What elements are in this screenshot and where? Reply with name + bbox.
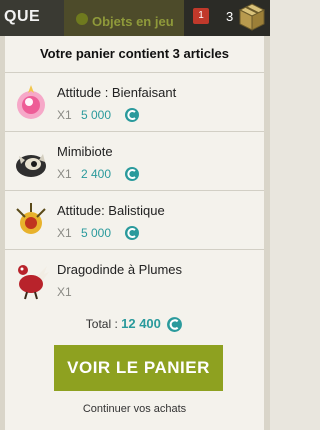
cart-item[interactable]: Mimibiote X1 2 400: [5, 132, 264, 191]
cart-title: Votre panier contient 3 articles: [5, 36, 264, 73]
cart-dropdown-panel: Votre panier contient 3 articles Attitud…: [5, 36, 264, 430]
cart-item[interactable]: Attitude: Balistique X1 5 000: [5, 191, 264, 250]
item-name: Attitude : Bienfaisant: [57, 85, 177, 100]
ogrine-icon: [76, 13, 88, 25]
nav-tab[interactable]: QUE: [0, 0, 64, 36]
cart-total: Total : 12 400: [5, 316, 264, 333]
item-quantity: X1: [57, 285, 72, 299]
cart-item[interactable]: Dragodinde à Plumes X1: [5, 250, 264, 308]
item-quantity: X1: [57, 167, 72, 181]
item-name: Mimibiote: [57, 144, 113, 159]
ogrine-coin-icon: [125, 108, 139, 122]
item-name: Attitude: Balistique: [57, 203, 165, 218]
total-amount: 12 400: [121, 316, 161, 331]
ogrine-coin-icon: [125, 226, 139, 240]
pink-orb-icon: [17, 85, 45, 119]
yellow-bomb-icon: [16, 203, 46, 234]
cart-count: 3: [226, 9, 234, 24]
total-label: Total :: [85, 317, 118, 331]
nav-link-obscured[interactable]: Objets en jeu: [64, 0, 184, 36]
item-price: 5 000: [81, 226, 112, 240]
cart-item[interactable]: Attitude : Bienfaisant X1 5 000: [5, 73, 264, 132]
view-cart-button[interactable]: VOIR LE PANIER: [54, 345, 223, 391]
top-navigation-bar: QUE Objets en jeu 1 3: [0, 0, 270, 36]
notification-badge[interactable]: 1: [193, 8, 209, 24]
page-edge-right: [264, 36, 270, 430]
nav-tab-label: QUE: [4, 8, 41, 25]
dragodinde-icon: [18, 265, 49, 300]
item-price: 5 000: [81, 108, 112, 122]
item-price: 2 400: [81, 167, 112, 181]
continue-shopping-link[interactable]: Continuer vos achats: [5, 403, 264, 415]
item-name: Dragodinde à Plumes: [57, 262, 183, 277]
item-quantity: X1: [57, 226, 72, 240]
item-quantity: X1: [57, 108, 72, 122]
cart-box-icon[interactable]: [238, 2, 266, 32]
mimibiote-icon: [16, 154, 46, 177]
ogrine-coin-icon: [167, 317, 183, 333]
nav-link-label: Objets en jeu: [92, 14, 174, 29]
ogrine-coin-icon: [125, 167, 139, 181]
